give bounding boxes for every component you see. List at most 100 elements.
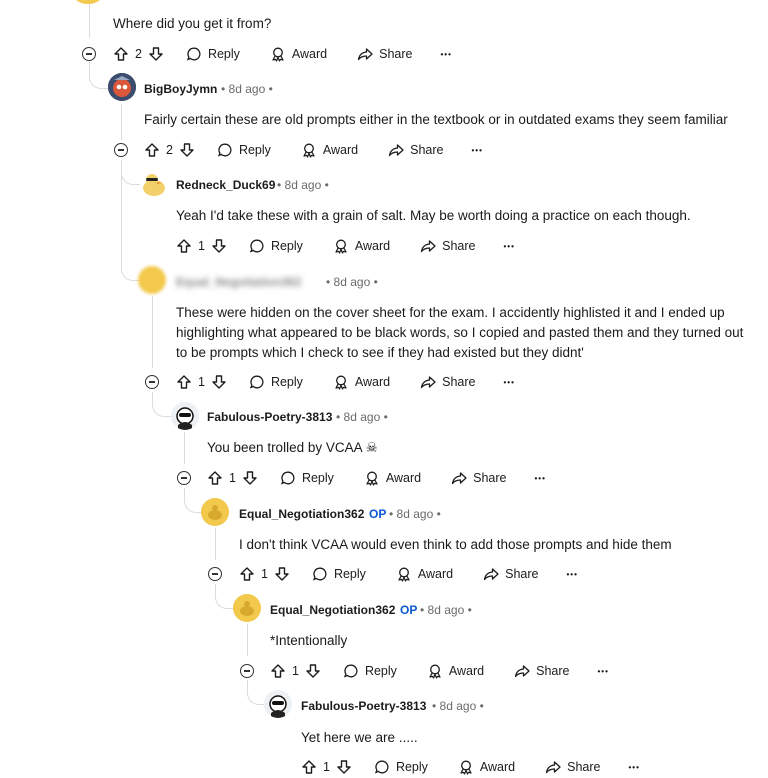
share-button[interactable]: Share — [420, 238, 476, 254]
more-options-button[interactable]: ••• — [598, 667, 609, 676]
award-button[interactable]: Award — [364, 470, 421, 486]
comment-actions: 2 Reply Award Share ••• — [144, 139, 483, 161]
op-badge: OP — [400, 603, 418, 617]
comment-actions: 2 Reply Award Share ••• — [113, 43, 452, 65]
comment-actions: 1 Reply Award Share ••• — [301, 756, 640, 778]
username[interactable]: Equal_Negotiation362 — [239, 507, 364, 521]
thread-line — [215, 528, 216, 560]
avatar[interactable] — [108, 73, 136, 101]
reply-icon — [186, 46, 202, 62]
award-icon — [333, 374, 349, 390]
share-icon — [420, 238, 436, 254]
downvote-icon[interactable] — [305, 663, 321, 679]
comment-meta: • 8d ago • — [277, 178, 329, 192]
username[interactable]: Fabulous-Poetry-3813 — [207, 410, 332, 424]
vote-count: 1 — [198, 239, 205, 253]
reply-icon — [217, 142, 233, 158]
comment-meta: • 8d ago • — [221, 82, 273, 96]
share-button[interactable]: Share — [357, 46, 413, 62]
award-icon — [270, 46, 286, 62]
downvote-icon[interactable] — [148, 46, 164, 62]
username[interactable]: Fabulous-Poetry-3813 — [301, 699, 426, 713]
award-button[interactable]: Award — [458, 759, 515, 775]
award-button[interactable]: Award — [427, 663, 484, 679]
more-options-button[interactable]: ••• — [567, 570, 578, 579]
comment-text: Where did you get it from? — [113, 16, 272, 31]
award-button[interactable]: Award — [333, 238, 390, 254]
comment-actions: 1 Reply Award Share ••• — [207, 467, 546, 489]
upvote-icon[interactable] — [176, 238, 192, 254]
username[interactable]: Redneck_Duck69 — [176, 178, 275, 192]
upvote-icon[interactable] — [144, 142, 160, 158]
username[interactable]: Equal_Negotiation362 — [176, 275, 321, 289]
collapse-thread-button[interactable] — [240, 664, 254, 678]
share-icon — [388, 142, 404, 158]
collapse-thread-button[interactable] — [177, 471, 191, 485]
avatar[interactable] — [138, 266, 166, 294]
vote-count: 1 — [198, 375, 205, 389]
award-button[interactable]: Award — [333, 374, 390, 390]
thread-line — [152, 296, 153, 368]
upvote-icon[interactable] — [239, 566, 255, 582]
more-options-button[interactable]: ••• — [629, 763, 640, 772]
award-button[interactable]: Award — [396, 566, 453, 582]
downvote-icon[interactable] — [242, 470, 258, 486]
more-options-button[interactable]: ••• — [504, 378, 515, 387]
reply-button[interactable]: Reply — [343, 663, 397, 679]
avatar[interactable] — [74, 0, 102, 4]
avatar[interactable] — [140, 170, 168, 198]
share-button[interactable]: Share — [545, 759, 601, 775]
reply-button[interactable]: Reply — [374, 759, 428, 775]
avatar[interactable] — [201, 498, 229, 526]
share-button[interactable]: Share — [514, 663, 570, 679]
collapse-thread-button[interactable] — [82, 47, 96, 61]
share-button[interactable]: Share — [451, 470, 507, 486]
upvote-icon[interactable] — [301, 759, 317, 775]
award-button[interactable]: Award — [270, 46, 327, 62]
upvote-icon[interactable] — [270, 663, 286, 679]
comment-actions: 1 Reply Award Share ••• — [239, 563, 578, 585]
award-icon — [427, 663, 443, 679]
reply-button[interactable]: Reply — [249, 374, 303, 390]
thread-elbow — [152, 392, 173, 417]
upvote-icon[interactable] — [113, 46, 129, 62]
downvote-icon[interactable] — [274, 566, 290, 582]
downvote-icon[interactable] — [211, 374, 227, 390]
share-icon — [451, 470, 467, 486]
share-button[interactable]: Share — [483, 566, 539, 582]
share-icon — [420, 374, 436, 390]
avatar[interactable] — [264, 690, 292, 718]
avatar[interactable] — [171, 402, 199, 430]
reply-button[interactable]: Reply — [217, 142, 271, 158]
downvote-icon[interactable] — [179, 142, 195, 158]
upvote-icon[interactable] — [176, 374, 192, 390]
collapse-thread-button[interactable] — [208, 567, 222, 581]
comment-text: You been trolled by VCAA ☠ — [207, 440, 378, 455]
avatar[interactable] — [233, 594, 261, 622]
username[interactable]: Equal_Negotiation362 — [270, 603, 395, 617]
more-options-button[interactable]: ••• — [441, 50, 452, 59]
collapse-thread-button[interactable] — [114, 143, 128, 157]
upvote-icon[interactable] — [207, 470, 223, 486]
reply-button[interactable]: Reply — [280, 470, 334, 486]
more-options-button[interactable]: ••• — [535, 474, 546, 483]
comment-text: Yet here we are ..... — [301, 730, 418, 745]
downvote-icon[interactable] — [211, 238, 227, 254]
timestamp: 8d ago — [333, 275, 371, 289]
reply-button[interactable]: Reply — [249, 238, 303, 254]
reply-button[interactable]: Reply — [312, 566, 366, 582]
reply-button[interactable]: Reply — [186, 46, 240, 62]
username[interactable]: BigBoyJymn — [144, 82, 217, 96]
award-button[interactable]: Award — [301, 142, 358, 158]
comment-meta: • 8d ago • — [336, 410, 388, 424]
more-options-button[interactable]: ••• — [504, 242, 515, 251]
timestamp: 8d ago — [396, 507, 434, 521]
collapse-thread-button[interactable] — [145, 375, 159, 389]
downvote-icon[interactable] — [336, 759, 352, 775]
share-button[interactable]: Share — [420, 374, 476, 390]
more-options-button[interactable]: ••• — [472, 146, 483, 155]
award-icon — [364, 470, 380, 486]
share-button[interactable]: Share — [388, 142, 444, 158]
vote-count: 1 — [261, 567, 268, 581]
comment-meta: • 8d ago • — [326, 275, 378, 289]
